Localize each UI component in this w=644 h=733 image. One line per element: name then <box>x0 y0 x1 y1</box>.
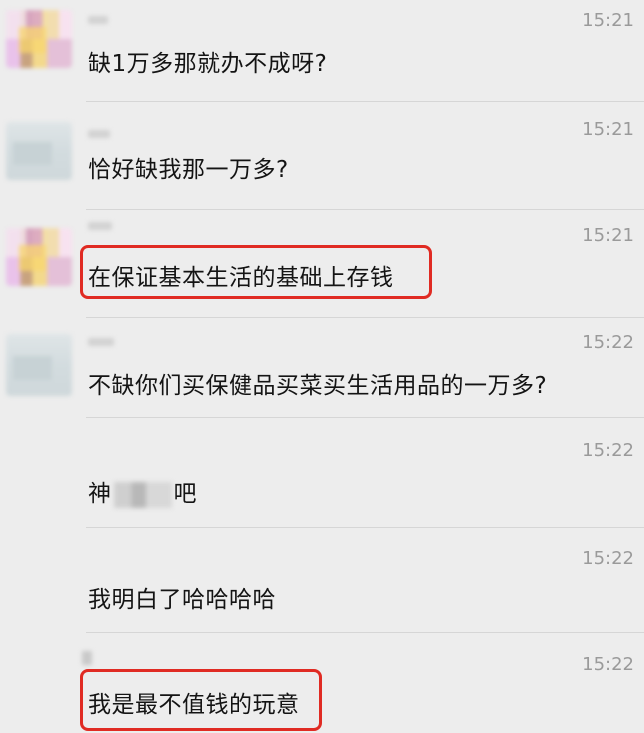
sender-name <box>82 651 92 665</box>
chat-message[interactable]: 15:21 恰好缺我那一万多? <box>0 102 644 209</box>
sender-name <box>88 222 112 230</box>
message-text: 神吧 <box>88 474 197 508</box>
sender-name <box>88 338 114 346</box>
message-text: 不缺你们买保健品买菜买生活用品的一万多? <box>88 373 548 399</box>
chat-message[interactable]: 15:21 缺1万多那就办不成呀? <box>0 0 644 101</box>
message-time: 15:21 <box>582 119 634 140</box>
chat-message[interactable]: 15:22 神吧 <box>0 418 644 527</box>
avatar[interactable] <box>6 122 72 180</box>
message-text-end: 吧 <box>173 481 197 507</box>
chat-message[interactable]: 15:21 在保证基本生活的基础上存钱 <box>0 210 644 317</box>
sender-name <box>88 16 108 24</box>
chat-message[interactable]: 15:22 我是最不值钱的玩意 <box>0 633 644 733</box>
avatar[interactable] <box>6 228 72 286</box>
censor-blur <box>113 481 172 508</box>
message-text: 我明白了哈哈哈哈 <box>88 587 276 613</box>
message-time: 15:21 <box>582 10 634 31</box>
chat-message[interactable]: 15:22 不缺你们买保健品买菜买生活用品的一万多? <box>0 318 644 417</box>
message-time: 15:22 <box>582 440 634 461</box>
avatar[interactable] <box>6 10 72 68</box>
message-text: 缺1万多那就办不成呀? <box>88 51 328 77</box>
chat-message[interactable]: 15:22 我明白了哈哈哈哈 <box>0 528 644 632</box>
sender-name <box>88 130 110 138</box>
chat-history: 15:21 缺1万多那就办不成呀? 15:21 恰好缺我那一万多? 15:21 … <box>0 0 644 733</box>
message-text: 恰好缺我那一万多? <box>88 157 289 183</box>
message-time: 15:22 <box>582 548 634 569</box>
message-text: 在保证基本生活的基础上存钱 <box>88 265 394 291</box>
message-time: 15:22 <box>582 654 634 675</box>
avatar[interactable] <box>6 334 72 396</box>
message-text: 我是最不值钱的玩意 <box>88 692 300 718</box>
message-time: 15:22 <box>582 332 634 353</box>
message-time: 15:21 <box>582 225 634 246</box>
message-text-start: 神 <box>88 481 112 507</box>
